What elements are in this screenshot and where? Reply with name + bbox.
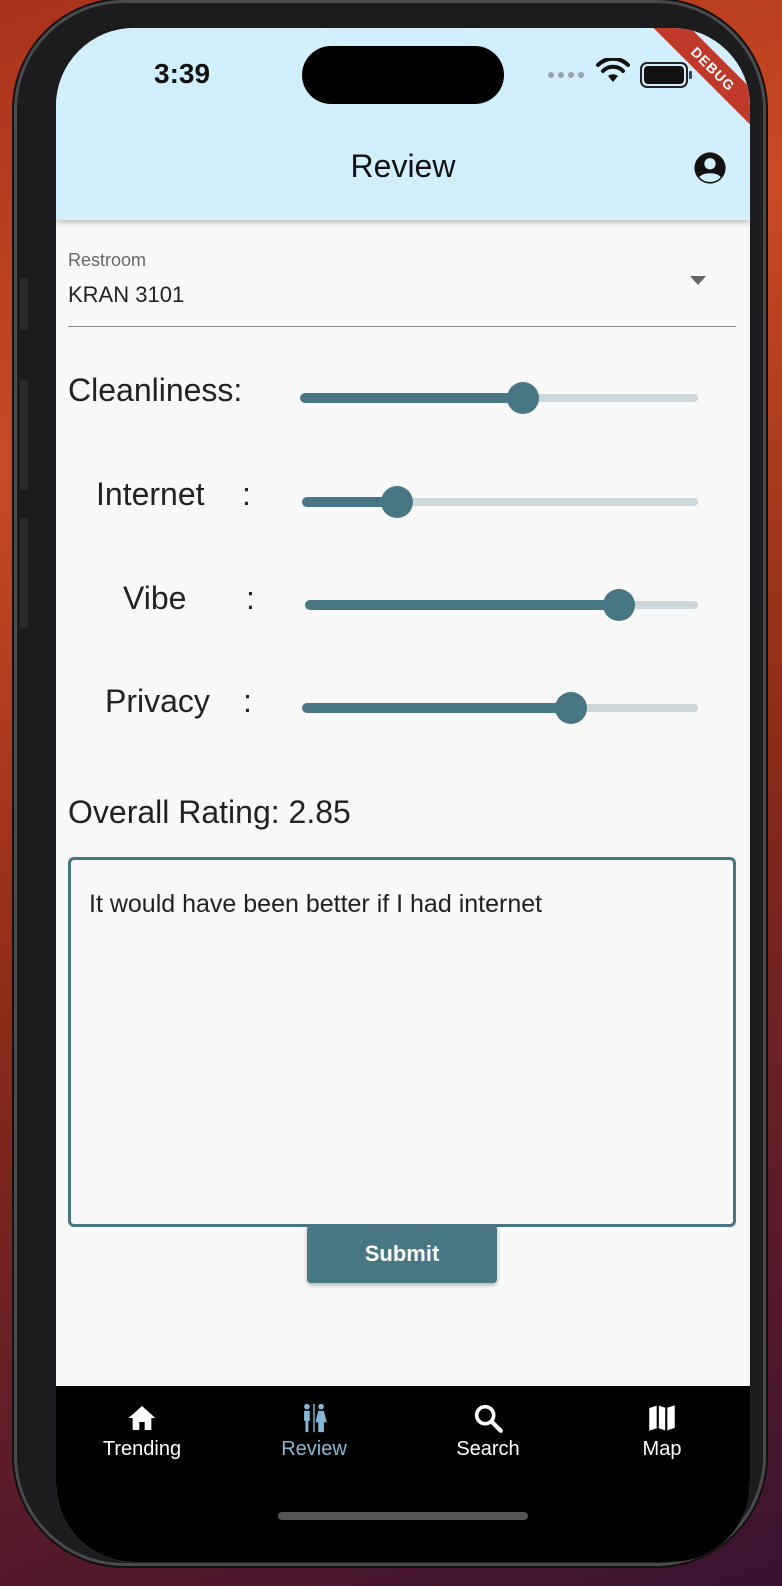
search-icon: [474, 1404, 503, 1433]
privacy-label: Privacy: [105, 683, 210, 719]
nav-item-map[interactable]: Map: [592, 1400, 732, 1461]
account-circle-icon[interactable]: [693, 151, 727, 185]
slider-thumb[interactable]: [603, 589, 636, 621]
battery-icon: [640, 62, 692, 88]
review-text: It would have been better if I had inter…: [89, 890, 543, 918]
home-indicator[interactable]: [278, 1512, 528, 1520]
restroom-dropdown[interactable]: Restroom KRAN 3101: [68, 240, 736, 327]
wifi-icon: [596, 58, 630, 82]
slider-thumb[interactable]: [555, 692, 588, 724]
review-textarea[interactable]: It would have been better if I had inter…: [68, 857, 736, 1227]
internet-label: Internet: [96, 476, 205, 512]
nav-label: Review: [281, 1438, 347, 1460]
map-icon: [649, 1405, 675, 1431]
dropdown-arrow-icon: [690, 276, 706, 285]
overall-rating: Overall Rating: 2.85: [68, 794, 351, 830]
bottom-navigation: Trending Review Search Map: [56, 1386, 750, 1562]
vibe-colon: :: [246, 580, 255, 616]
vibe-slider[interactable]: [305, 585, 698, 625]
app-bar: 3:39 DEBUG Review: [56, 28, 750, 220]
internet-colon: :: [242, 476, 251, 512]
slider-thumb[interactable]: [381, 486, 414, 518]
restroom-label: Restroom: [68, 250, 147, 270]
nav-item-trending[interactable]: Trending: [72, 1400, 212, 1461]
slider-thumb[interactable]: [506, 382, 539, 414]
status-time: 3:39: [154, 58, 211, 89]
vibe-label: Vibe: [123, 580, 187, 616]
screen: 3:39 DEBUG Review Restroom KRAN 3101 Cle…: [56, 28, 750, 1562]
internet-slider[interactable]: [302, 482, 698, 522]
restroom-icon: [304, 1403, 327, 1433]
submit-button[interactable]: Submit: [307, 1225, 497, 1283]
privacy-colon: :: [243, 683, 252, 719]
volume-up-button: [20, 380, 28, 490]
nav-item-search[interactable]: Search: [418, 1400, 558, 1461]
nav-label: Map: [642, 1438, 682, 1460]
cellular-signal-icon: [548, 72, 584, 78]
phone-frame: 3:39 DEBUG Review Restroom KRAN 3101 Cle…: [14, 0, 766, 1566]
mute-switch: [20, 278, 28, 330]
nav-label: Trending: [102, 1438, 182, 1460]
cleanliness-slider[interactable]: [300, 378, 698, 418]
dynamic-island: [302, 46, 504, 104]
page-title: Review: [350, 148, 456, 184]
home-icon: [128, 1406, 156, 1430]
restroom-value: KRAN 3101: [68, 282, 185, 307]
nav-item-review[interactable]: Review: [244, 1400, 384, 1461]
nav-label: Search: [456, 1438, 520, 1460]
privacy-slider[interactable]: [302, 688, 698, 728]
volume-down-button: [20, 518, 28, 628]
cleanliness-label: Cleanliness:: [68, 372, 243, 408]
